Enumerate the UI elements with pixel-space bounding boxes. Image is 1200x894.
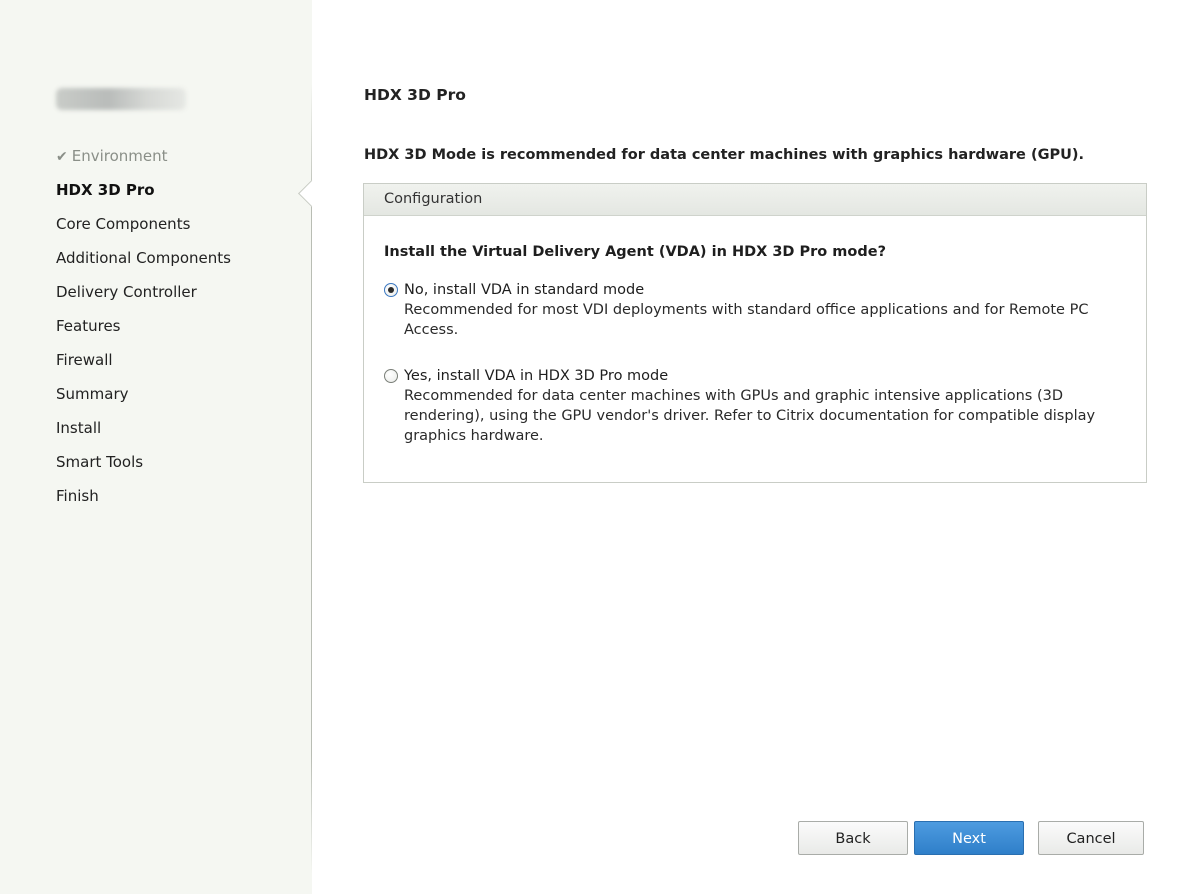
step-summary[interactable]: Summary: [56, 382, 231, 416]
back-button[interactable]: Back: [798, 821, 908, 855]
hdx-mode-description: Recommended for data center machines wit…: [404, 388, 1096, 444]
standard-mode-radio-row[interactable]: No, install VDA in standard mode: [384, 280, 1124, 300]
step-label: Features: [56, 317, 121, 335]
standard-mode-description: Recommended for most VDI deployments wit…: [404, 302, 1089, 338]
configuration-header: Configuration: [364, 184, 1146, 216]
hdx-mode-label[interactable]: Yes, install VDA in HDX 3D Pro mode: [404, 368, 668, 384]
standard-mode-radio[interactable]: [384, 283, 398, 297]
hdx-mode-radio[interactable]: [384, 369, 398, 383]
step-label: Delivery Controller: [56, 283, 197, 301]
checkmark-icon: ✔: [56, 149, 68, 165]
option-hdx-3d-pro-mode: Yes, install VDA in HDX 3D Pro mode Reco…: [384, 366, 1124, 446]
step-label: Summary: [56, 385, 129, 403]
step-label: Finish: [56, 487, 99, 505]
sidebar: ✔ Environment HDX 3D Pro Core Components …: [0, 0, 312, 894]
installer-window: ✔ Environment HDX 3D Pro Core Components …: [0, 0, 1200, 894]
step-features[interactable]: Features: [56, 314, 231, 348]
step-firewall[interactable]: Firewall: [56, 348, 231, 382]
step-delivery-controller[interactable]: Delivery Controller: [56, 280, 231, 314]
product-logo: [56, 88, 186, 110]
step-label: Smart Tools: [56, 453, 144, 471]
step-finish[interactable]: Finish: [56, 484, 231, 518]
install-question: Install the Virtual Delivery Agent (VDA)…: [384, 244, 886, 260]
configuration-group: Configuration Install the Virtual Delive…: [363, 183, 1147, 483]
step-smart-tools[interactable]: Smart Tools: [56, 450, 231, 484]
step-install[interactable]: Install: [56, 416, 231, 450]
step-label: HDX 3D Pro: [56, 181, 155, 199]
step-additional-components[interactable]: Additional Components: [56, 246, 231, 280]
standard-mode-label[interactable]: No, install VDA in standard mode: [404, 282, 644, 298]
option-standard-mode: No, install VDA in standard mode Recomme…: [384, 280, 1124, 340]
main-panel: HDX 3D Pro HDX 3D Mode is recommended fo…: [312, 0, 1200, 894]
step-list: ✔ Environment HDX 3D Pro Core Components …: [56, 144, 231, 518]
step-label: Additional Components: [56, 249, 231, 267]
step-core-components[interactable]: Core Components: [56, 212, 231, 246]
step-environment[interactable]: ✔ Environment: [56, 144, 231, 178]
cancel-button[interactable]: Cancel: [1038, 821, 1144, 855]
hdx-mode-radio-row[interactable]: Yes, install VDA in HDX 3D Pro mode: [384, 366, 1124, 386]
step-label: Firewall: [56, 351, 113, 369]
step-hdx-3d-pro[interactable]: HDX 3D Pro: [56, 178, 231, 212]
step-label: Install: [56, 419, 102, 437]
page-title: HDX 3D Pro: [364, 86, 466, 104]
step-label: Environment: [71, 147, 168, 165]
next-button[interactable]: Next: [914, 821, 1024, 855]
page-description: HDX 3D Mode is recommended for data cent…: [364, 147, 1085, 163]
step-label: Core Components: [56, 215, 191, 233]
